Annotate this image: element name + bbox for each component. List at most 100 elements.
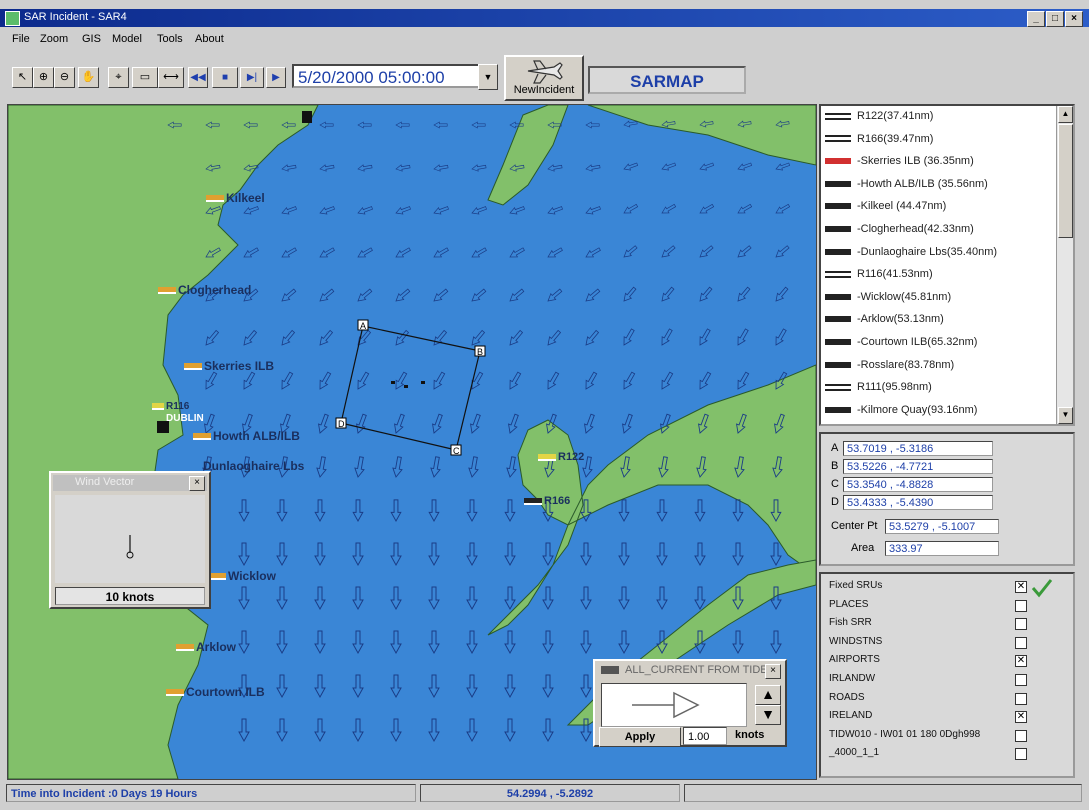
datetime-field[interactable]: 5/20/2000 05:00:00 (292, 64, 480, 88)
resource-list[interactable]: R122(37.41nm) R166(39.47nm) -Skerries ILB … (819, 104, 1075, 426)
menu-zoom[interactable]: Zoom (40, 33, 68, 45)
resource-label: -Kilmore Quay(93.16nm) (857, 403, 978, 416)
direction-arrow-icon (632, 691, 700, 719)
step-forward-icon[interactable]: ▶| (240, 67, 264, 88)
layer-checkbox[interactable]: ✕ (1015, 655, 1027, 668)
resource-item[interactable]: -Kilmore Quay(93.16nm) (825, 403, 978, 424)
scroll-thumb[interactable] (1058, 124, 1073, 238)
map-view[interactable]: A B C D Kilkeel Clogherhead Skerries ILB… (7, 104, 817, 780)
place-dunlaoghaire[interactable]: Dunlaoghaire Lbs (203, 459, 304, 473)
corner-d-label: D (831, 496, 839, 508)
area-value[interactable]: 333.97 (885, 541, 999, 556)
current-arrow (469, 245, 488, 261)
resource-item[interactable]: -Clogherhead(42.33nm) (825, 223, 974, 245)
current-arrow (314, 630, 326, 654)
corner-b-value[interactable]: 53.5226 , -4.7721 (843, 459, 993, 474)
current-arrow (547, 163, 563, 173)
wind-vector-window[interactable]: Wind Vector × 10 knots (49, 471, 211, 609)
resource-item[interactable]: -Wicklow(45.81nm) (825, 291, 951, 313)
place-r166[interactable]: R166 (524, 495, 570, 507)
play-icon[interactable]: ▶ (266, 67, 286, 88)
point-d-label: D (338, 419, 345, 429)
current-window[interactable]: ALL_CURRENT FROM TIDE × ▲ ▼ Apply 1.00 k… (593, 659, 787, 747)
current-arrow (656, 586, 668, 610)
lifeboat-icon (825, 248, 851, 255)
layer-checkbox[interactable]: ✕ (1015, 711, 1027, 724)
pointer-tool-icon[interactable]: ↖ (12, 67, 33, 88)
layer-checkbox[interactable]: ✕ (1015, 581, 1027, 593)
current-speed-input[interactable]: 1.00 (683, 727, 727, 745)
resource-item[interactable]: R116(41.53nm) (825, 268, 933, 290)
layer-label: WINDSTNS (829, 635, 883, 647)
place-arklow[interactable]: Arklow (176, 640, 236, 654)
pan-hand-icon[interactable]: ✋ (78, 67, 99, 88)
rewind-icon[interactable]: ◀◀ (188, 67, 208, 88)
layer-checkbox[interactable] (1015, 618, 1027, 631)
layer-checkbox[interactable] (1015, 636, 1027, 649)
resource-list-scrollbar[interactable]: ▲ ▼ (1056, 106, 1073, 424)
resource-item[interactable]: -Arklow(53.13nm) (825, 313, 944, 335)
zoom-in-icon[interactable]: ⊕ (33, 67, 54, 88)
new-incident-button[interactable]: NewIncident (504, 55, 584, 101)
increase-speed-button[interactable]: ▲ (755, 685, 781, 705)
center-value[interactable]: 53.5279 , -5.1007 (885, 519, 999, 534)
menu-tools[interactable]: Tools (157, 33, 183, 45)
scroll-up-icon[interactable]: ▲ (1058, 106, 1073, 123)
layer-checkbox[interactable] (1015, 674, 1027, 686)
rectangle-select-icon[interactable]: ▭ (132, 67, 158, 88)
measure-icon[interactable]: ⟷ (158, 67, 184, 88)
current-arrow (770, 542, 782, 566)
place-r116[interactable]: R116 (152, 401, 189, 412)
search-area-polygon[interactable] (340, 325, 481, 451)
minimize-button[interactable]: _ (1027, 11, 1045, 27)
menu-gis[interactable]: GIS (82, 33, 101, 45)
resource-item[interactable]: -Dunlaoghaire Lbs(35.40nm) (825, 246, 997, 268)
layer-checkbox[interactable] (1015, 729, 1027, 742)
resource-item[interactable]: -Kilkeel (44.47nm) (825, 200, 946, 222)
place-r122[interactable]: R122 (538, 451, 584, 463)
decrease-speed-button[interactable]: ▼ (755, 705, 781, 725)
current-arrow (238, 630, 250, 654)
corner-c-value[interactable]: 53.3540 , -4.8828 (843, 477, 993, 492)
corner-d-value[interactable]: 53.4333 , -5.4390 (843, 495, 993, 510)
resource-label: -Wicklow(45.81nm) (857, 290, 952, 303)
place-clogherhead[interactable]: Clogherhead (158, 283, 251, 297)
place-dublin: DUBLIN (166, 413, 204, 424)
layer-checkbox[interactable] (1015, 692, 1027, 705)
stop-icon[interactable]: ■ (212, 67, 238, 88)
menu-about[interactable]: About (195, 33, 224, 45)
close-icon[interactable]: × (189, 476, 205, 491)
corner-a-value[interactable]: 53.7019 , -5.3186 (843, 441, 993, 456)
resource-item[interactable]: R166(39.47nm) (825, 133, 933, 155)
maximize-button[interactable]: □ (1046, 11, 1064, 27)
current-titlebar[interactable]: ALL_CURRENT FROM TIDE × (597, 663, 783, 679)
zoom-out-icon[interactable]: ⊖ (54, 67, 75, 88)
resource-item[interactable]: R111(95.98nm) (825, 381, 932, 403)
menu-model[interactable]: Model (112, 33, 142, 45)
layer-checkbox[interactable] (1015, 599, 1027, 612)
place-courtown[interactable]: Courtown ILB (166, 685, 265, 699)
resource-item[interactable]: -Rosslare(83.78nm) (825, 359, 954, 381)
resource-item[interactable]: R122(37.41nm) (825, 110, 933, 132)
wind-vector-titlebar[interactable]: Wind Vector × (53, 475, 207, 491)
point-a-label: A (360, 321, 366, 331)
place-wicklow[interactable]: Wicklow (208, 569, 276, 583)
place-howth[interactable]: Howth ALB/ILB (193, 429, 300, 443)
apply-button[interactable]: Apply (599, 727, 681, 747)
layer-label: Fish SRR (829, 617, 872, 629)
menu-file[interactable]: File (12, 33, 30, 45)
place-skerries[interactable]: Skerries ILB (184, 359, 274, 373)
close-button[interactable]: × (1065, 11, 1083, 27)
resource-item[interactable]: -Skerries ILB (36.35nm) (825, 155, 974, 177)
layer-label: TIDW010 - IW01 01 180 0Dgh998 (829, 728, 981, 740)
place-kilkeel[interactable]: Kilkeel (206, 191, 265, 205)
land-north-east (587, 105, 816, 166)
close-icon[interactable]: × (765, 664, 781, 679)
scroll-down-icon[interactable]: ▼ (1058, 407, 1073, 424)
resource-item[interactable]: -Howth ALB/ILB (35.56nm) (825, 178, 988, 200)
resource-item[interactable]: -Courtown ILB(65.32nm) (825, 336, 977, 358)
chevron-down-icon[interactable]: ▼ (478, 64, 498, 90)
layer-checkbox[interactable] (1015, 748, 1027, 761)
identify-icon[interactable]: ⌖ (108, 67, 129, 88)
current-arrow (390, 586, 402, 610)
